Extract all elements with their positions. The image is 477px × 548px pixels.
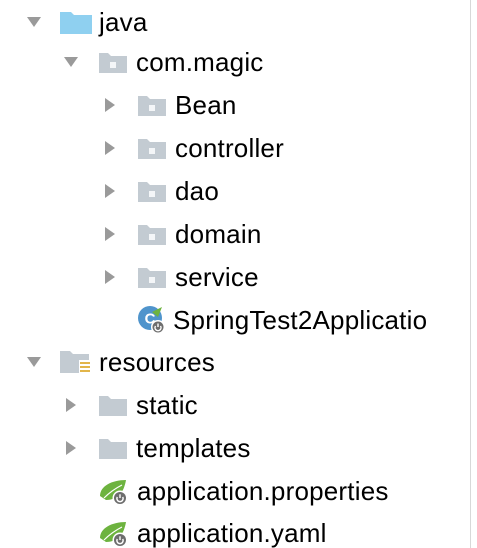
tree-item-label: com.magic <box>136 46 264 77</box>
tree-item-service[interactable]: service <box>99 255 259 298</box>
tree-item-label: static <box>136 389 198 420</box>
chevron-right-icon[interactable] <box>99 266 121 288</box>
panel-divider <box>470 0 471 548</box>
tree-item-label: resources <box>99 346 215 377</box>
tree-item-resources[interactable]: resources <box>23 340 215 383</box>
folder-icon <box>96 433 130 463</box>
tree-item-java[interactable]: java <box>23 0 148 43</box>
chevron-right-icon[interactable] <box>99 94 121 116</box>
spring-config-icon <box>97 518 133 548</box>
tree-item-bean[interactable]: Bean <box>99 83 237 126</box>
tree-item-spring-application[interactable]: C SpringTest2Applicatio <box>135 298 427 341</box>
tree-item-label: domain <box>175 218 262 249</box>
tree-item-label: dao <box>175 175 219 206</box>
tree-item-application-yaml[interactable]: application.yaml <box>97 511 327 548</box>
chevron-down-icon[interactable] <box>60 51 82 73</box>
tree-item-dao[interactable]: dao <box>99 169 219 212</box>
tree-item-label: application.properties <box>137 475 389 506</box>
tree-item-label: templates <box>136 432 251 463</box>
chevron-right-icon[interactable] <box>60 437 82 459</box>
folder-icon <box>96 390 130 420</box>
tree-item-label: service <box>175 261 259 292</box>
package-folder-icon <box>96 47 130 77</box>
spring-config-icon <box>97 476 133 506</box>
tree-item-com-magic[interactable]: com.magic <box>60 40 264 83</box>
tree-item-domain[interactable]: domain <box>99 212 261 255</box>
project-tree: java com.magic Bean controller dao domai… <box>0 0 470 548</box>
tree-item-label: SpringTest2Applicatio <box>173 304 428 335</box>
chevron-right-icon[interactable] <box>99 180 121 202</box>
spring-boot-app-icon: C <box>135 305 169 335</box>
chevron-right-icon[interactable] <box>60 394 82 416</box>
tree-item-label: controller <box>175 132 284 163</box>
tree-item-controller[interactable]: controller <box>99 126 284 169</box>
package-folder-icon <box>135 133 169 163</box>
package-folder-icon <box>135 262 169 292</box>
tree-item-label: java <box>99 6 148 37</box>
source-folder-icon <box>59 7 93 37</box>
chevron-right-icon[interactable] <box>99 137 121 159</box>
tree-item-label: Bean <box>175 89 237 120</box>
tree-item-static[interactable]: static <box>60 383 198 426</box>
package-folder-icon <box>135 90 169 120</box>
resources-folder-icon <box>59 347 93 377</box>
chevron-right-icon[interactable] <box>99 223 121 245</box>
chevron-down-icon[interactable] <box>23 11 45 33</box>
package-folder-icon <box>135 219 169 249</box>
tree-item-label: application.yaml <box>137 517 327 548</box>
chevron-down-icon[interactable] <box>23 351 45 373</box>
package-folder-icon <box>135 176 169 206</box>
tree-item-application-properties[interactable]: application.properties <box>97 469 389 512</box>
tree-item-templates[interactable]: templates <box>60 426 251 469</box>
